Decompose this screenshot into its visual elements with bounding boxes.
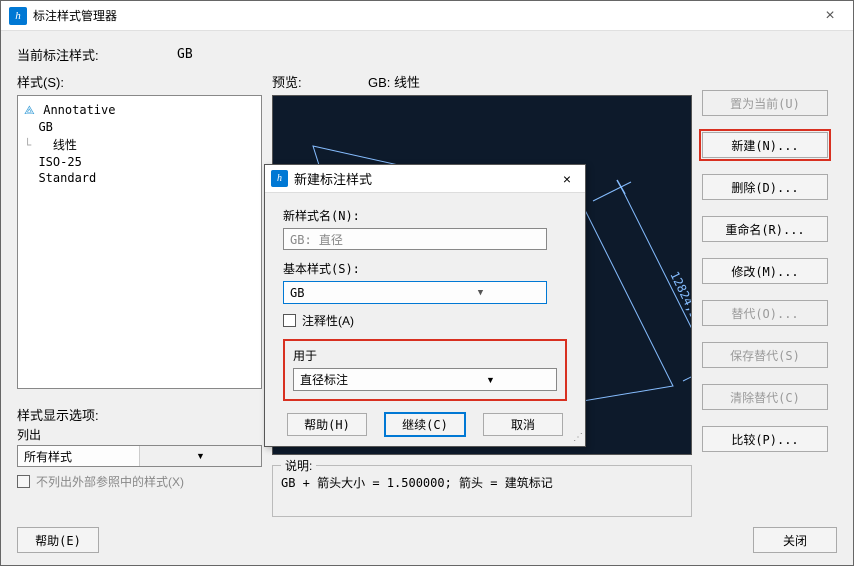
rename-button[interactable]: 重命名(R)... (702, 216, 828, 242)
list-item[interactable]: ⟁ Annotative (22, 102, 257, 119)
combo-value: 直径标注 (294, 371, 425, 388)
used-for-label: 用于 (293, 347, 557, 364)
current-style-label: 当前标注样式: (17, 45, 177, 64)
annotative-icon: ⟁ (24, 103, 36, 118)
checkbox-label: 不列出外部参照中的样式(X) (36, 473, 184, 490)
dialog-continue-button[interactable]: 继续(C) (385, 413, 465, 436)
annotative-checkbox[interactable]: 注释性(A) (283, 312, 567, 329)
current-style-value: GB (177, 47, 193, 62)
resize-grip-icon[interactable]: ⋰ (573, 434, 583, 444)
chevron-down-icon: ▼ (425, 375, 556, 385)
description-group: 说明: GB + 箭头大小 = 1.500000; 箭头 = 建筑标记 (272, 465, 692, 517)
new-name-input[interactable]: GB: 直径 (283, 228, 547, 250)
window-title: 标注样式管理器 (33, 7, 815, 24)
app-icon: h (9, 7, 27, 25)
dialog-help-button[interactable]: 帮助(H) (287, 413, 367, 436)
dimension-text: 12824,51 (667, 269, 692, 327)
preview-label: 预览: (272, 72, 368, 91)
dialog-app-icon: h (271, 170, 288, 187)
list-item[interactable]: ISO-25 (22, 154, 257, 170)
combo-value: 所有样式 (18, 448, 139, 465)
chevron-down-icon: ▼ (139, 446, 261, 466)
list-filter-combo[interactable]: 所有样式 ▼ (17, 445, 262, 467)
dialog-close-icon[interactable]: × (555, 171, 579, 187)
checkbox-box (17, 475, 30, 488)
styles-listbox[interactable]: ⟁ Annotative GB └ 线性 ISO-25 Standard (17, 95, 262, 389)
new-style-dialog: h 新建标注样式 × 新样式名(N): GB: 直径 基本样式(S): GB ▼… (264, 164, 586, 447)
used-for-group: 用于 直径标注 ▼ (283, 339, 567, 401)
used-for-combo[interactable]: 直径标注 ▼ (293, 368, 557, 391)
modify-button[interactable]: 修改(M)... (702, 258, 828, 284)
checkbox-label: 注释性(A) (302, 312, 354, 329)
set-current-button[interactable]: 置为当前(U) (702, 90, 828, 116)
list-item[interactable]: Standard (22, 170, 257, 186)
preview-value: GB: 线性 (368, 72, 420, 91)
base-style-label: 基本样式(S): (283, 260, 567, 277)
styles-label: 样式(S): (17, 72, 262, 91)
dialog-title: 新建标注样式 (294, 169, 555, 188)
chevron-down-icon: ▼ (415, 288, 546, 298)
display-options-label: 样式显示选项: (17, 405, 262, 424)
dialog-cancel-button[interactable]: 取消 (483, 413, 563, 436)
hide-xref-checkbox[interactable]: 不列出外部参照中的样式(X) (17, 473, 262, 490)
new-button[interactable]: 新建(N)... (702, 132, 828, 158)
compare-button[interactable]: 比较(P)... (702, 426, 828, 452)
list-item[interactable]: GB (22, 119, 257, 135)
clear-override-button[interactable]: 清除替代(C) (702, 384, 828, 410)
delete-button[interactable]: 删除(D)... (702, 174, 828, 200)
description-text: GB + 箭头大小 = 1.500000; 箭头 = 建筑标记 (281, 474, 683, 491)
description-label: 说明: (281, 457, 316, 474)
save-override-button[interactable]: 保存替代(S) (702, 342, 828, 368)
list-filter-label: 列出 (17, 426, 262, 443)
override-button[interactable]: 替代(O)... (702, 300, 828, 326)
combo-value: GB (284, 286, 415, 300)
list-item[interactable]: └ 线性 (22, 135, 257, 154)
new-name-label: 新样式名(N): (283, 207, 567, 224)
help-button[interactable]: 帮助(E) (17, 527, 99, 553)
window-close-icon[interactable]: × (815, 7, 845, 25)
base-style-combo[interactable]: GB ▼ (283, 281, 547, 304)
checkbox-box (283, 314, 296, 327)
close-button[interactable]: 关闭 (753, 527, 837, 553)
